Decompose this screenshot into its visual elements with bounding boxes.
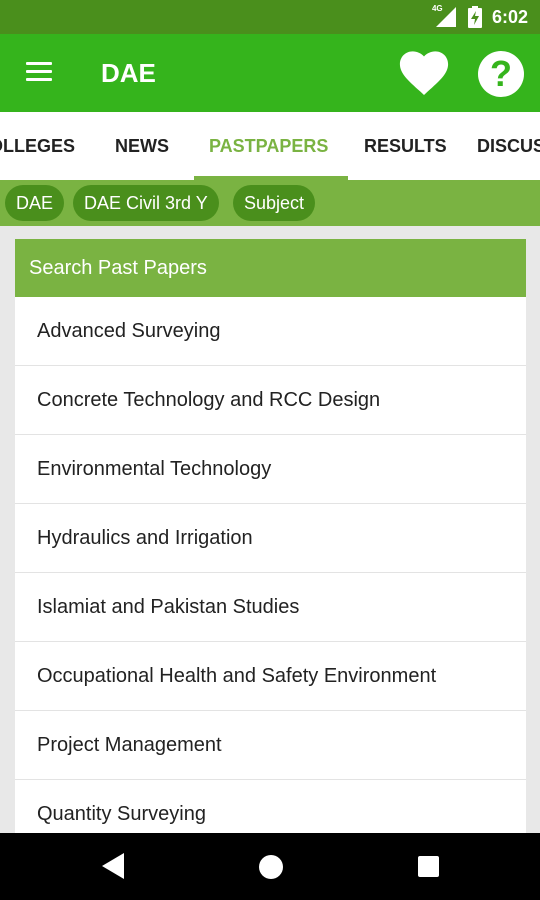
breadcrumb-chip-year[interactable]: DAE Civil 3rd Y <box>73 185 219 221</box>
list-item[interactable]: Islamiat and Pakistan Studies <box>15 573 526 642</box>
list-item[interactable]: Environmental Technology <box>15 435 526 504</box>
card-header: Search Past Papers <box>15 239 526 297</box>
app-title: DAE <box>101 58 156 88</box>
network-type: 4G <box>431 4 443 13</box>
app-bar: DAE ? <box>0 34 540 112</box>
status-bar: 4G 6:02 <box>0 0 540 34</box>
cellular-signal-icon: 4G <box>431 4 458 28</box>
tab-pastpapers[interactable]: PASTPAPERS <box>209 112 328 180</box>
system-nav-bar <box>0 833 540 900</box>
list-item[interactable]: Advanced Surveying <box>15 297 526 366</box>
tab-news[interactable]: NEWS <box>115 112 169 180</box>
breadcrumb-chip-subject[interactable]: Subject <box>233 185 316 221</box>
recent-apps-icon[interactable] <box>418 856 439 877</box>
help-icon[interactable]: ? <box>478 51 524 97</box>
list-item[interactable]: Project Management <box>15 711 526 780</box>
list-item[interactable]: Occupational Health and Safety Environme… <box>15 642 526 711</box>
home-icon[interactable] <box>259 855 283 879</box>
clock: 6:02 <box>491 6 528 27</box>
back-icon[interactable] <box>102 853 124 879</box>
battery-charging-icon <box>467 6 482 28</box>
tab-bar: COLLEGES NEWS PASTPAPERS RESULTS DISCUSS… <box>0 112 540 180</box>
tab-discussion[interactable]: DISCUSSION <box>477 112 540 180</box>
list-item[interactable]: Quantity Surveying <box>15 780 526 839</box>
tab-results[interactable]: RESULTS <box>364 112 447 180</box>
tab-colleges[interactable]: COLLEGES <box>0 112 75 180</box>
past-papers-card: Search Past Papers Advanced Surveying Co… <box>15 239 526 839</box>
list-item[interactable]: Hydraulics and Irrigation <box>15 504 526 573</box>
heart-icon[interactable] <box>398 51 450 95</box>
list-item[interactable]: Concrete Technology and RCC Design <box>15 366 526 435</box>
breadcrumb-chip-dae[interactable]: DAE <box>5 185 65 221</box>
breadcrumb: DAE DAE Civil 3rd Y Subject <box>0 180 540 226</box>
menu-icon[interactable] <box>26 62 52 82</box>
